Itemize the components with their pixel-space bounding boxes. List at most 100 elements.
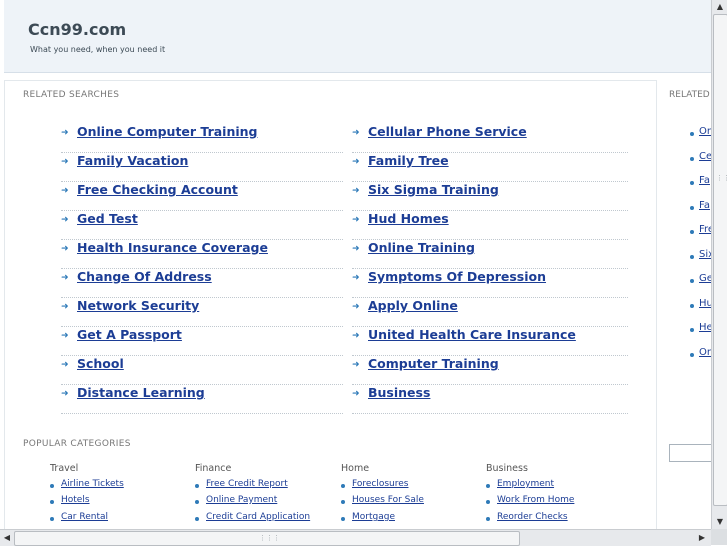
related-search-link[interactable]: Computer Training xyxy=(368,356,499,371)
side-link[interactable]: Or xyxy=(699,347,711,358)
related-search-row: ➜ Distance Learning xyxy=(61,385,343,414)
side-link[interactable]: Ge xyxy=(699,273,711,284)
related-search-link[interactable]: United Health Care Insurance xyxy=(368,327,576,342)
related-search-link[interactable]: Health Insurance Coverage xyxy=(77,240,268,255)
bullet-icon xyxy=(690,206,694,210)
related-search-link[interactable]: Six Sigma Training xyxy=(368,182,499,197)
arrow-icon: ➜ xyxy=(352,186,360,196)
category-link[interactable]: Online Payment xyxy=(206,495,277,505)
arrow-icon: ➜ xyxy=(61,273,69,283)
side-link[interactable]: Ce xyxy=(699,151,711,162)
category-link[interactable]: Mortgage xyxy=(352,512,395,522)
arrow-icon: ➜ xyxy=(61,157,69,167)
bullet-icon xyxy=(690,181,694,185)
category-link[interactable]: Free Credit Report xyxy=(206,479,288,489)
related-search-link[interactable]: Distance Learning xyxy=(77,385,205,400)
side-link[interactable]: Fa xyxy=(699,200,710,211)
arrow-icon: ➜ xyxy=(61,302,69,312)
bullet-icon xyxy=(690,157,694,161)
arrow-icon: ➜ xyxy=(352,273,360,283)
horizontal-scroll-thumb[interactable]: ⋮⋮⋮ xyxy=(14,531,520,546)
related-search-row: ➜ Change Of Address xyxy=(61,269,343,298)
side-link[interactable]: Fre xyxy=(699,224,711,235)
side-link[interactable]: Or xyxy=(699,126,711,137)
side-link[interactable]: He xyxy=(699,322,711,333)
grip-icon: ⋮⋮⋮ xyxy=(259,534,280,542)
arrow-icon: ➜ xyxy=(352,157,360,167)
related-search-row: ➜ Family Vacation xyxy=(61,153,343,182)
related-search-link[interactable]: Family Tree xyxy=(368,153,449,168)
bullet-icon xyxy=(690,353,694,357)
vertical-scroll-thumb[interactable]: ⋮⋮⋮ xyxy=(713,14,727,506)
grip-icon: ⋮⋮⋮ xyxy=(716,174,727,182)
related-search-link[interactable]: Free Checking Account xyxy=(77,182,238,197)
category-heading-business: Business xyxy=(486,463,528,474)
bullet-icon xyxy=(690,230,694,234)
arrow-icon: ➜ xyxy=(352,302,360,312)
related-search-link[interactable]: Online Computer Training xyxy=(77,124,258,139)
related-search-link[interactable]: Change Of Address xyxy=(77,269,212,284)
category-heading-finance: Finance xyxy=(195,463,232,474)
side-link[interactable]: Hu xyxy=(699,298,711,309)
arrow-icon: ➜ xyxy=(352,331,360,341)
category-link[interactable]: Employment xyxy=(497,479,554,489)
arrow-icon: ➜ xyxy=(352,244,360,254)
bullet-icon xyxy=(341,517,345,521)
scroll-right-button[interactable]: ▶ xyxy=(695,531,709,545)
related-search-link[interactable]: Symptoms Of Depression xyxy=(368,269,546,284)
bullet-icon xyxy=(690,328,694,332)
bullet-icon xyxy=(690,304,694,308)
site-tagline: What you need, when you need it xyxy=(30,45,166,54)
bullet-icon xyxy=(195,500,199,504)
related-search-link[interactable]: Family Vacation xyxy=(77,153,188,168)
category-link[interactable]: Car Rental xyxy=(61,512,108,522)
related-search-row: ➜ Business xyxy=(352,385,628,414)
scroll-up-button[interactable]: ▲ xyxy=(713,0,727,14)
category-link[interactable]: Credit Card Application xyxy=(206,512,310,522)
related-search-link[interactable]: Ged Test xyxy=(77,211,138,226)
related-search-link[interactable]: School xyxy=(77,356,124,371)
category-link[interactable]: Houses For Sale xyxy=(352,495,424,505)
related-search-link[interactable]: Network Security xyxy=(77,298,199,313)
related-search-link[interactable]: Hud Homes xyxy=(368,211,449,226)
arrow-icon: ➜ xyxy=(61,389,69,399)
popular-categories-label: POPULAR CATEGORIES xyxy=(23,439,131,449)
related-search-row: ➜ Health Insurance Coverage xyxy=(61,240,343,269)
side-search-input[interactable] xyxy=(669,444,711,462)
arrow-icon: ➜ xyxy=(61,215,69,225)
arrow-icon: ➜ xyxy=(61,331,69,341)
vertical-scrollbar[interactable]: ▲ ⋮⋮⋮ ▼ xyxy=(711,0,727,529)
category-link[interactable]: Hotels xyxy=(61,495,90,505)
related-search-link[interactable]: Get A Passport xyxy=(77,327,182,342)
related-search-row: ➜ Network Security xyxy=(61,298,343,327)
category-link[interactable]: Work From Home xyxy=(497,495,574,505)
site-title[interactable]: Ccn99.com xyxy=(28,20,126,39)
horizontal-scrollbar[interactable]: ◀ ⋮⋮⋮ ▶ xyxy=(0,529,711,546)
side-panel: RELATED Or Ce Fa Fa Fre Six Ge Hu He Or xyxy=(656,80,711,529)
scroll-down-button[interactable]: ▼ xyxy=(713,515,727,529)
bullet-icon xyxy=(690,279,694,283)
related-search-row: ➜ School xyxy=(61,356,343,385)
related-search-row: ➜ Ged Test xyxy=(61,211,343,240)
bullet-icon xyxy=(486,500,490,504)
category-link[interactable]: Reorder Checks xyxy=(497,512,568,522)
category-link[interactable]: Foreclosures xyxy=(352,479,408,489)
bullet-icon xyxy=(341,484,345,488)
related-search-link[interactable]: Cellular Phone Service xyxy=(368,124,527,139)
side-link[interactable]: Fa xyxy=(699,175,710,186)
related-searches-label: RELATED SEARCHES xyxy=(23,90,120,100)
bullet-icon xyxy=(50,517,54,521)
scroll-left-button[interactable]: ◀ xyxy=(0,531,14,545)
arrow-icon: ➜ xyxy=(61,360,69,370)
related-search-row: ➜ Family Tree xyxy=(352,153,628,182)
related-search-link[interactable]: Online Training xyxy=(368,240,475,255)
bullet-icon xyxy=(690,255,694,259)
related-search-link[interactable]: Apply Online xyxy=(368,298,458,313)
side-link[interactable]: Six xyxy=(699,249,711,260)
arrow-icon: ➜ xyxy=(352,128,360,138)
related-search-row: ➜ Online Computer Training xyxy=(61,124,343,153)
category-link[interactable]: Airline Tickets xyxy=(61,479,124,489)
related-search-row: ➜ Symptoms Of Depression xyxy=(352,269,628,298)
arrow-icon: ➜ xyxy=(352,215,360,225)
related-search-link[interactable]: Business xyxy=(368,385,430,400)
